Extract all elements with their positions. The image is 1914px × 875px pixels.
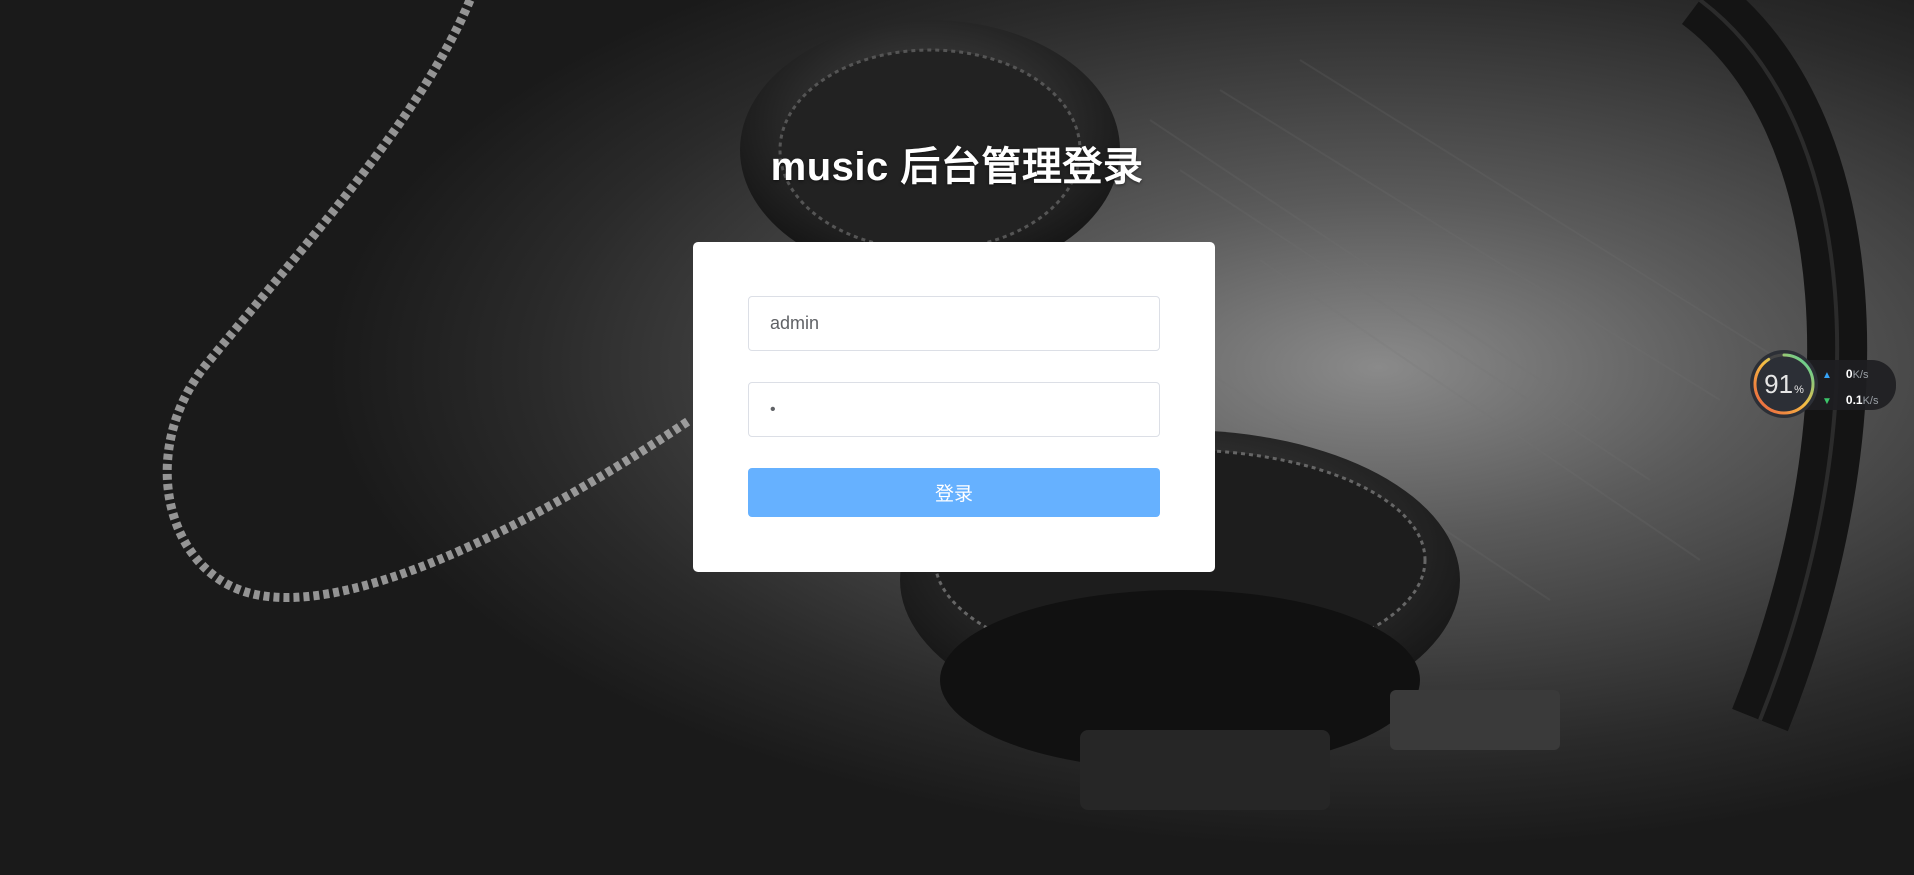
login-button[interactable]: 登录	[748, 468, 1160, 517]
arrow-down-icon: ▼	[1822, 396, 1832, 407]
arrow-up-icon: ▲	[1822, 370, 1832, 381]
login-card: 登录	[693, 242, 1215, 572]
download-value: 0.1	[1845, 393, 1863, 407]
password-input[interactable]	[748, 382, 1160, 437]
download-speed: ▼ 0.1K/s	[1822, 391, 1879, 409]
usage-unit: %	[1794, 384, 1804, 396]
username-input[interactable]	[748, 296, 1160, 351]
net-speed-widget[interactable]: 91% ▲ 0K/s ▼ 0.1K/s	[1750, 350, 1896, 418]
login-page: music 后台管理登录 登录 91% ▲0K/s	[0, 0, 1914, 875]
download-unit: K/s	[1862, 395, 1879, 407]
upload-unit: K/s	[1852, 369, 1869, 381]
upload-speed: ▲ 0K/s	[1822, 365, 1869, 383]
usage-value: 91	[1764, 369, 1794, 399]
usage-readout: 91%	[1750, 350, 1818, 418]
upload-value: 0	[1845, 367, 1853, 381]
page-title: music 后台管理登录	[770, 145, 1144, 189]
usage-gauge: 91%	[1750, 350, 1818, 418]
